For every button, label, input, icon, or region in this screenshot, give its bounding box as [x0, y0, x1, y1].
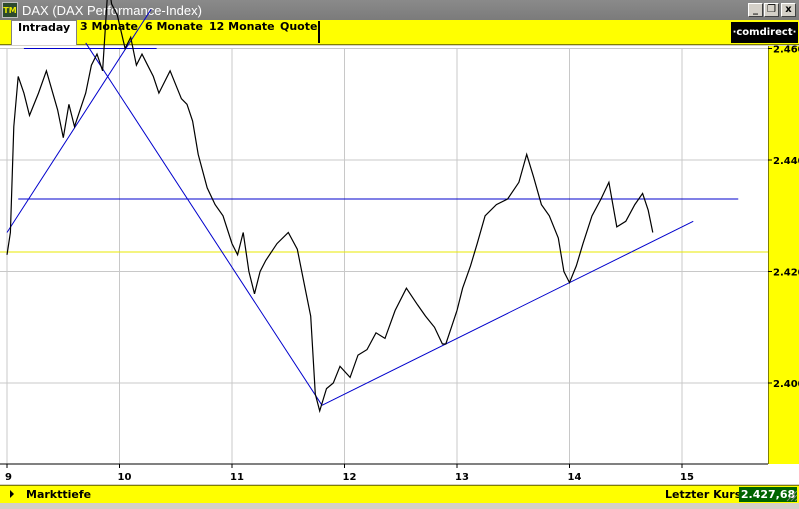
market-depth-link[interactable]: Markttiefe: [26, 488, 91, 501]
x-tick-label: 12: [343, 472, 357, 483]
price-chart: 2.400 2.420 2.440 2.460 9 10 11 12 13 14 15: [0, 0, 799, 483]
x-tick-label: 11: [230, 472, 244, 483]
trendline: [85, 42, 323, 406]
status-bar: Markttiefe Letzter Kurs 2.427,68: [0, 485, 799, 503]
x-tick-label: 10: [118, 472, 132, 483]
y-tick-label: 2.460: [773, 45, 799, 56]
x-tick-label: 15: [680, 472, 694, 483]
y-tick-label: 2.400: [773, 379, 799, 390]
trendline: [321, 220, 694, 406]
window-bottom-edge: [0, 503, 799, 509]
resize-grip-icon[interactable]: [784, 488, 798, 502]
y-tick-label: 2.440: [773, 156, 799, 167]
expand-arrow-icon[interactable]: [10, 490, 14, 498]
last-price-label: Letzter Kurs: [665, 488, 742, 501]
x-tick-label: 14: [568, 472, 582, 483]
price-series-line: [6, 0, 654, 414]
x-tick-label: 13: [455, 472, 469, 483]
y-tick-label: 2.420: [773, 268, 799, 279]
x-tick-label: 9: [5, 472, 12, 483]
